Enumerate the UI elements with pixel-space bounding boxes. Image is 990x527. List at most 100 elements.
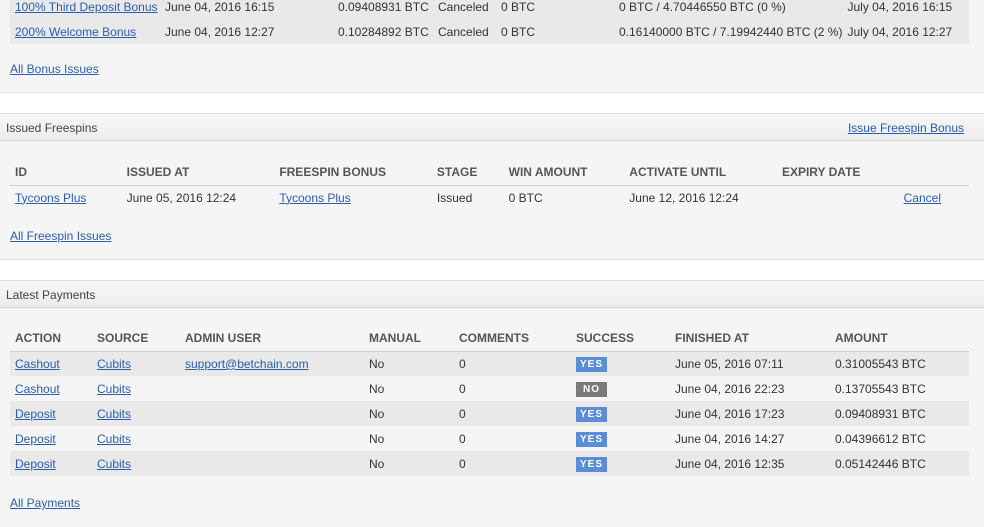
success-cell: YES	[571, 351, 670, 376]
column-header-comments[interactable]: COMMENTS	[454, 325, 571, 352]
finished-at-cell: June 04, 2016 12:35	[670, 451, 830, 476]
source-cell: Cubits	[92, 426, 180, 451]
issued-at-cell: June 05, 2016 12:24	[126, 190, 237, 205]
action-cell: Deposit	[10, 426, 92, 451]
column-header-stage[interactable]: STAGE	[431, 159, 504, 186]
issued-date-cell: June 04, 2016 16:15	[160, 0, 333, 19]
bonus-name-link[interactable]: 100% Third Deposit Bonus	[15, 0, 158, 14]
column-header-issued-at[interactable]: ISSUED AT	[121, 159, 275, 186]
payment-source-link[interactable]: Cubits	[97, 407, 131, 421]
success-badge: YES	[576, 431, 607, 447]
payment-action-link[interactable]: Deposit	[15, 432, 56, 446]
finished-at-cell: June 04, 2016 17:23	[670, 401, 830, 426]
column-header-freespin-bonus[interactable]: FREESPIN BONUS	[274, 159, 432, 186]
column-header-expiry-date[interactable]: EXPIRY DATE	[776, 159, 899, 186]
win-amount-cell: 0 BTC	[508, 190, 543, 205]
action-cell: Deposit	[10, 401, 92, 426]
panel-title: Latest Payments	[6, 288, 96, 302]
payment-action-link[interactable]: Deposit	[15, 457, 56, 471]
payment-action-link[interactable]: Cashout	[15, 357, 60, 371]
table-row: Cashout Cubits support@betchain.com No 0…	[10, 351, 969, 376]
comments-cell: 0	[459, 431, 466, 446]
cancel-link[interactable]: Cancel	[904, 191, 941, 205]
amount-cell: 0.13705543 BTC	[835, 381, 926, 396]
column-header-activate-until[interactable]: ACTIVATE UNTIL	[624, 159, 777, 186]
payment-action-link[interactable]: Deposit	[15, 407, 56, 421]
payment-source-link[interactable]: Cubits	[97, 357, 131, 371]
column-header-manual[interactable]: MANUAL	[364, 325, 454, 352]
amount-cell: 0.31005543 BTC	[830, 351, 969, 376]
admin-user-link[interactable]: support@betchain.com	[185, 357, 309, 371]
amount-cell: 0.09408931 BTC	[333, 0, 433, 19]
comments-cell: 0	[454, 351, 571, 376]
win-cell: 0 BTC	[496, 19, 614, 44]
payment-source-link[interactable]: Cubits	[97, 382, 131, 396]
stage-cell: Issued	[436, 190, 473, 205]
expiry-date-cell	[777, 185, 899, 210]
expires-cell: July 04, 2016 12:27	[842, 19, 969, 44]
comments-cell: 0	[454, 401, 571, 426]
freespins-panel: Issued Freespins Issue Freespin Bonus ID…	[0, 113, 984, 260]
freespin-id-link[interactable]: Tycoons Plus	[15, 191, 86, 205]
payments-panel: Latest Payments ACTION SOURCE ADMIN USER…	[0, 280, 984, 527]
activate-until-cell: June 12, 2016 12:24	[629, 190, 739, 205]
bonus-name-link[interactable]: 200% Welcome Bonus	[15, 25, 136, 39]
payments-header: Latest Payments	[0, 280, 984, 308]
column-header-action	[898, 159, 969, 186]
finished-at-cell: June 05, 2016 07:11	[670, 351, 830, 376]
finished-at-cell: June 04, 2016 22:23	[675, 381, 785, 396]
amount-cell: 0.04396612 BTC	[835, 431, 926, 446]
column-header-success[interactable]: SUCCESS	[571, 325, 670, 352]
success-cell: NO	[571, 376, 670, 401]
freespin-bonus-link[interactable]: Tycoons Plus	[279, 191, 350, 205]
column-header-finished-at[interactable]: FINISHED AT	[670, 325, 830, 352]
success-cell: YES	[571, 451, 670, 476]
id-cell: Tycoons Plus	[10, 185, 122, 210]
column-header-amount[interactable]: AMOUNT	[830, 325, 969, 352]
failure-badge: NO	[576, 381, 607, 397]
all-bonus-issues-link[interactable]: All Bonus Issues	[10, 62, 99, 76]
all-freespin-issues-link[interactable]: All Freespin Issues	[10, 229, 111, 243]
amount-cell: 0.05142446 BTC	[830, 451, 969, 476]
status-cell: Canceled	[433, 0, 496, 19]
column-header-action[interactable]: ACTION	[10, 325, 92, 352]
wagered-cell: 0 BTC / 4.70446550 BTC (0 %)	[614, 0, 843, 19]
source-cell: Cubits	[92, 351, 180, 376]
bonus-issues-panel: 100% Third Deposit Bonus June 04, 2016 1…	[0, 0, 984, 93]
success-badge: YES	[576, 406, 607, 422]
admin-user-cell	[180, 401, 364, 426]
column-header-admin-user[interactable]: ADMIN USER	[180, 325, 364, 352]
payment-action-link[interactable]: Cashout	[15, 382, 60, 396]
comments-cell: 0	[454, 451, 571, 476]
table-row: 200% Welcome Bonus June 04, 2016 12:27 0…	[10, 19, 969, 44]
panel-title: Issued Freespins	[6, 121, 98, 135]
admin-user-cell	[180, 426, 364, 451]
manual-cell: No	[364, 451, 454, 476]
all-payments-link[interactable]: All Payments	[10, 496, 80, 510]
table-row: Cashout Cubits No 0 NO June 04, 2016 22:…	[10, 376, 969, 401]
success-badge: YES	[576, 456, 607, 472]
payments-table: ACTION SOURCE ADMIN USER MANUAL COMMENTS…	[10, 325, 969, 476]
issue-freespin-bonus-link[interactable]: Issue Freespin Bonus	[848, 121, 964, 135]
amount-cell: 0.10284892 BTC	[333, 19, 433, 44]
success-badge: YES	[576, 356, 607, 372]
column-header-source[interactable]: SOURCE	[92, 325, 180, 352]
manual-cell: No	[369, 431, 385, 446]
action-cell: Cancel	[899, 185, 969, 210]
payment-source-link[interactable]: Cubits	[97, 457, 131, 471]
manual-cell: No	[364, 351, 454, 376]
action-cell: Deposit	[10, 451, 92, 476]
column-header-win-amount[interactable]: WIN AMOUNT	[503, 159, 625, 186]
freespins-header: Issued Freespins Issue Freespin Bonus	[0, 113, 984, 141]
table-row: Deposit Cubits No 0 YES June 04, 2016 17…	[10, 401, 969, 426]
payment-source-link[interactable]: Cubits	[97, 432, 131, 446]
bonus-issues-table: 100% Third Deposit Bonus June 04, 2016 1…	[10, 0, 969, 44]
source-cell: Cubits	[92, 401, 180, 426]
column-header-id[interactable]: ID	[10, 159, 122, 186]
finished-at-cell: June 04, 2016 14:27	[675, 431, 785, 446]
action-cell: Cashout	[10, 376, 92, 401]
table-header-row: ACTION SOURCE ADMIN USER MANUAL COMMENTS…	[10, 325, 969, 352]
table-row: Deposit Cubits No 0 YES June 04, 2016 12…	[10, 451, 969, 476]
bonus-name-cell: 100% Third Deposit Bonus	[10, 0, 160, 19]
action-cell: Cashout	[10, 351, 92, 376]
